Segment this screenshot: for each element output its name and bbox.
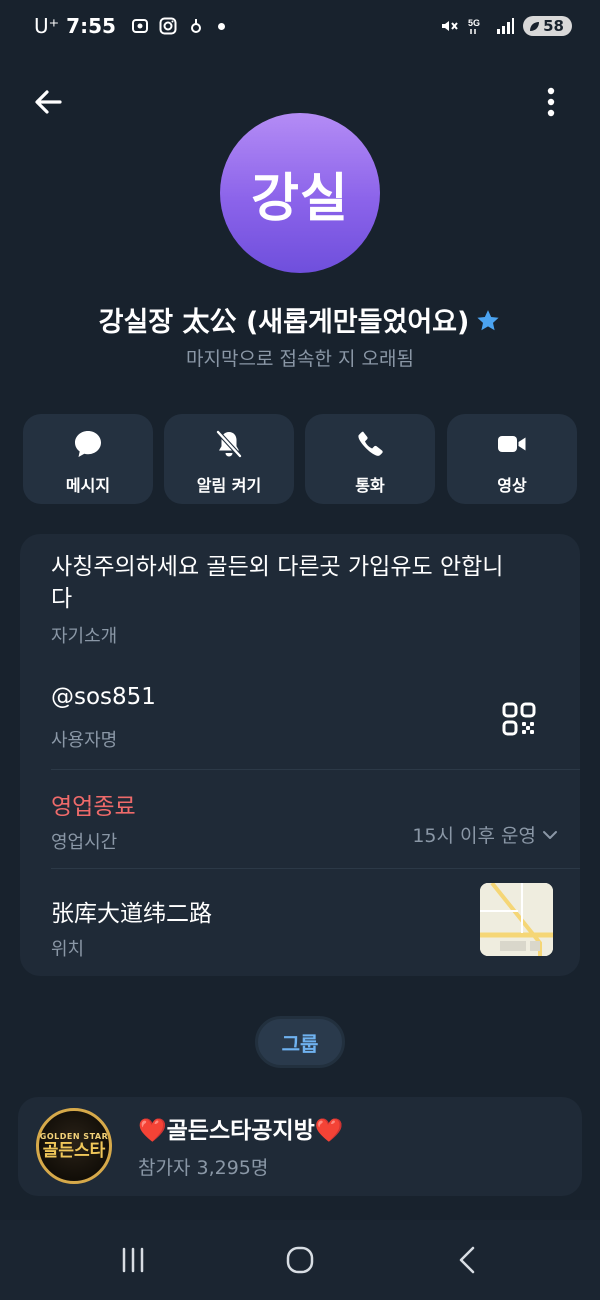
- back-nav-icon[interactable]: [452, 1244, 484, 1276]
- action-buttons: 메시지 알림 켜기 통화 영상: [23, 414, 577, 504]
- status-bar: U⁺ 7:55 5G 58: [0, 0, 600, 56]
- time: U⁺ 7:55: [34, 14, 116, 38]
- home-icon[interactable]: [284, 1244, 316, 1276]
- recent-apps-icon[interactable]: [117, 1244, 149, 1276]
- bell-off-icon: [215, 429, 243, 459]
- arrow-left-icon[interactable]: [30, 84, 66, 120]
- carrier-label: U⁺: [34, 14, 60, 38]
- profile-name-row: 강실장 太公 (새롭게만들었어요): [0, 300, 600, 339]
- group-list-item[interactable]: GOLDEN STAR 골든스타 ❤️골든스타공지방❤️ 참가자 3,295명: [18, 1097, 582, 1196]
- business-hours-label: 영업시간: [51, 832, 118, 853]
- group-title: ❤️골든스타공지방❤️: [138, 1118, 344, 1144]
- chevron-down-icon: [543, 830, 557, 839]
- business-hours-dropdown[interactable]: 15시 이후 운영: [412, 821, 558, 848]
- location-label: 위치: [51, 939, 85, 960]
- status-right: 5G 58: [439, 16, 572, 36]
- location-value[interactable]: 张库大道纬二路: [51, 894, 212, 928]
- call-button[interactable]: 통화: [305, 414, 435, 504]
- notification-dot-icon: [217, 22, 225, 30]
- battery-indicator: 58: [523, 16, 572, 36]
- group-avatar: GOLDEN STAR 골든스타: [36, 1108, 112, 1184]
- bio-label: 자기소개: [51, 626, 118, 647]
- notifications-on-button[interactable]: 알림 켜기: [164, 414, 294, 504]
- groups-tab[interactable]: 그룹: [255, 1016, 345, 1068]
- divider: [51, 868, 580, 869]
- clock: 7:55: [66, 14, 116, 38]
- message-label: 메시지: [65, 476, 111, 495]
- notifications-label: 알림 켜기: [196, 476, 262, 495]
- svg-text:5G: 5G: [468, 18, 480, 28]
- group-avatar-top-text: GOLDEN STAR: [39, 1131, 109, 1141]
- screenshot-icon: [131, 19, 148, 33]
- signal-icon: [497, 18, 515, 34]
- bio-text: 사칭주의하세요 골든외 다른곳 가입유도 안합니다: [51, 554, 504, 612]
- star-icon: [477, 310, 499, 331]
- group-member-count: 참가자 3,295명: [138, 1157, 269, 1179]
- map-thumbnail[interactable]: [480, 883, 553, 956]
- mute-icon: [442, 21, 458, 31]
- map-icon: [480, 883, 553, 956]
- more-vertical-icon[interactable]: [536, 84, 566, 120]
- username-value[interactable]: @sos851: [51, 684, 156, 710]
- business-hours-value: 15시 이후 운영: [412, 825, 536, 847]
- last-seen-status: 마지막으로 접속한 지 오래됨: [186, 348, 414, 370]
- leaf-icon: [530, 21, 540, 31]
- system-navigation-bar: [0, 1220, 600, 1300]
- phone-icon: [358, 431, 383, 456]
- message-icon: [75, 431, 101, 457]
- battery-level: 58: [543, 17, 564, 35]
- video-icon: [498, 436, 526, 452]
- username-label: 사용자명: [51, 730, 118, 751]
- group-avatar-main-text: 골든스타: [42, 1140, 106, 1161]
- profile-info-card: 사칭주의하세요 골든외 다른곳 가입유도 안합니다 자기소개 @sos851 사…: [20, 534, 580, 976]
- video-label: 영상: [497, 476, 527, 495]
- five-g-icon: 5G: [468, 18, 480, 34]
- divider: [51, 769, 580, 770]
- video-call-button[interactable]: 영상: [447, 414, 577, 504]
- call-label: 통화: [355, 476, 385, 495]
- profile-name: 강실장 太公 (새롭게만들었어요): [98, 307, 470, 338]
- status-left: U⁺ 7:55: [34, 14, 225, 38]
- business-hours-status: 영업종료: [51, 794, 136, 820]
- profile-avatar[interactable]: 강실: [220, 113, 380, 273]
- qr-code-icon[interactable]: [501, 701, 537, 737]
- message-button[interactable]: 메시지: [23, 414, 153, 504]
- app-notification-icon: [190, 19, 201, 33]
- instagram-icon: [159, 17, 177, 35]
